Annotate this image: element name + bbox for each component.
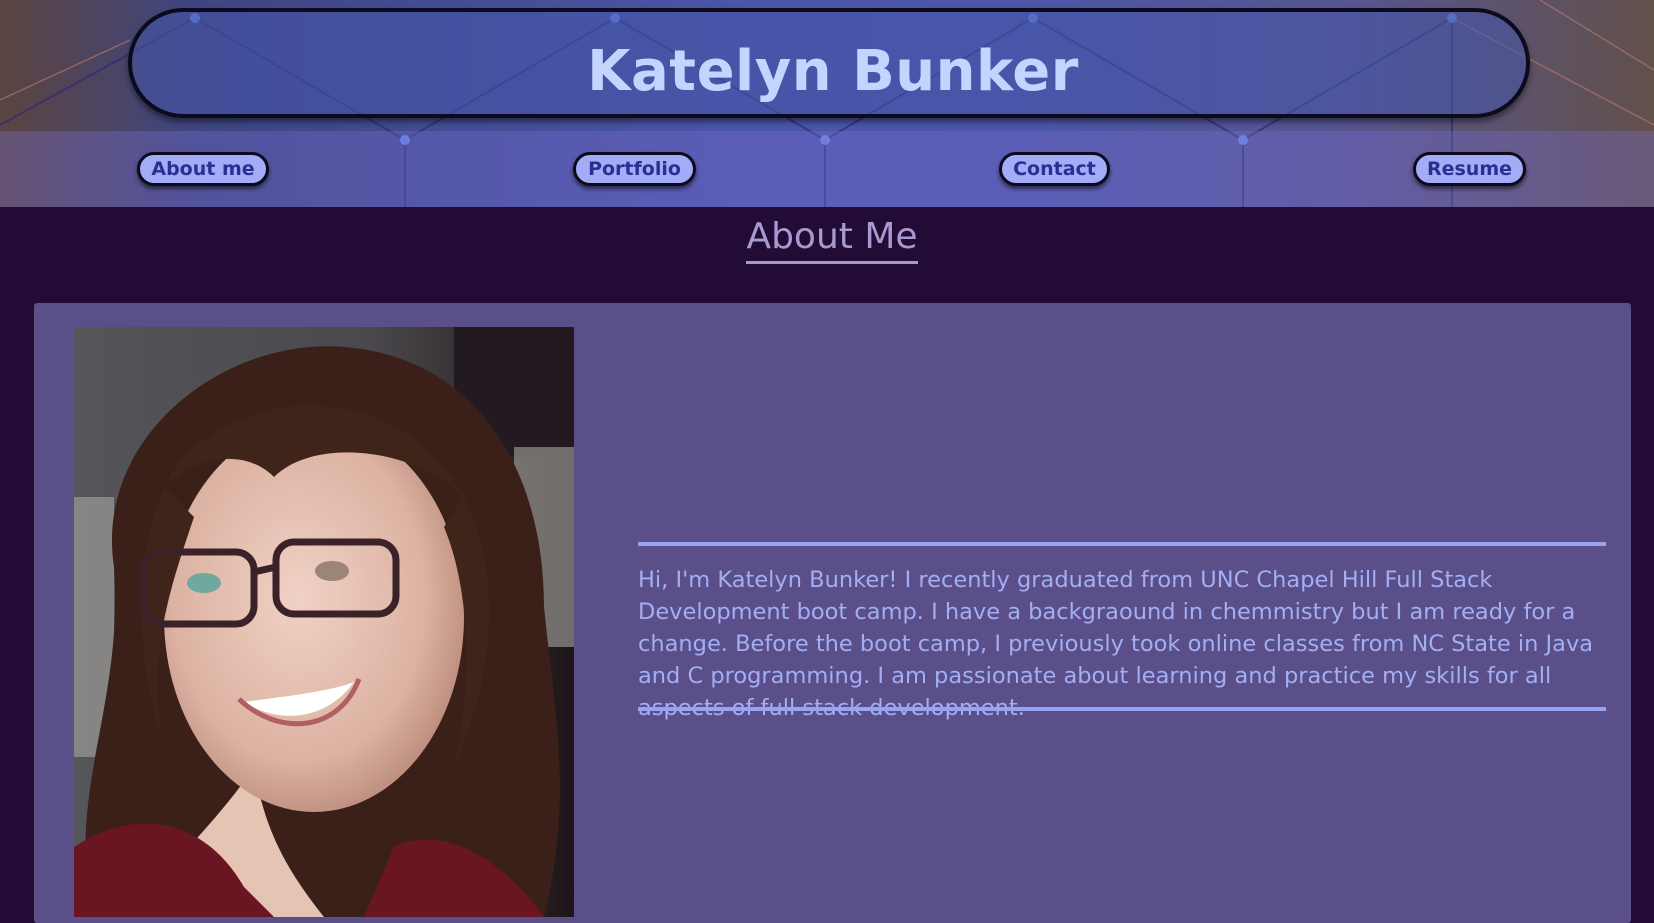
bio-bottom-divider: [638, 707, 1606, 711]
title-banner: Katelyn Bunker: [128, 8, 1530, 118]
about-card: Hi, I'm Katelyn Bunker! I recently gradu…: [34, 303, 1631, 923]
profile-photo-illustration: [74, 327, 574, 917]
nav-resume-button[interactable]: Resume: [1413, 152, 1526, 186]
section-heading-text: About Me: [746, 215, 918, 264]
bio-top-divider: [638, 542, 1606, 546]
header-banner: Katelyn Bunker About me Portfolio Contac…: [0, 0, 1654, 207]
nav-contact-button[interactable]: Contact: [999, 152, 1110, 186]
nav-portfolio-button[interactable]: Portfolio: [573, 152, 696, 186]
site-title: Katelyn Bunker: [587, 39, 1079, 104]
section-heading: About Me: [0, 215, 1654, 264]
profile-photo: [74, 327, 574, 917]
nav-about-me-button[interactable]: About me: [137, 152, 269, 186]
bio-text: Hi, I'm Katelyn Bunker! I recently gradu…: [638, 567, 1594, 721]
